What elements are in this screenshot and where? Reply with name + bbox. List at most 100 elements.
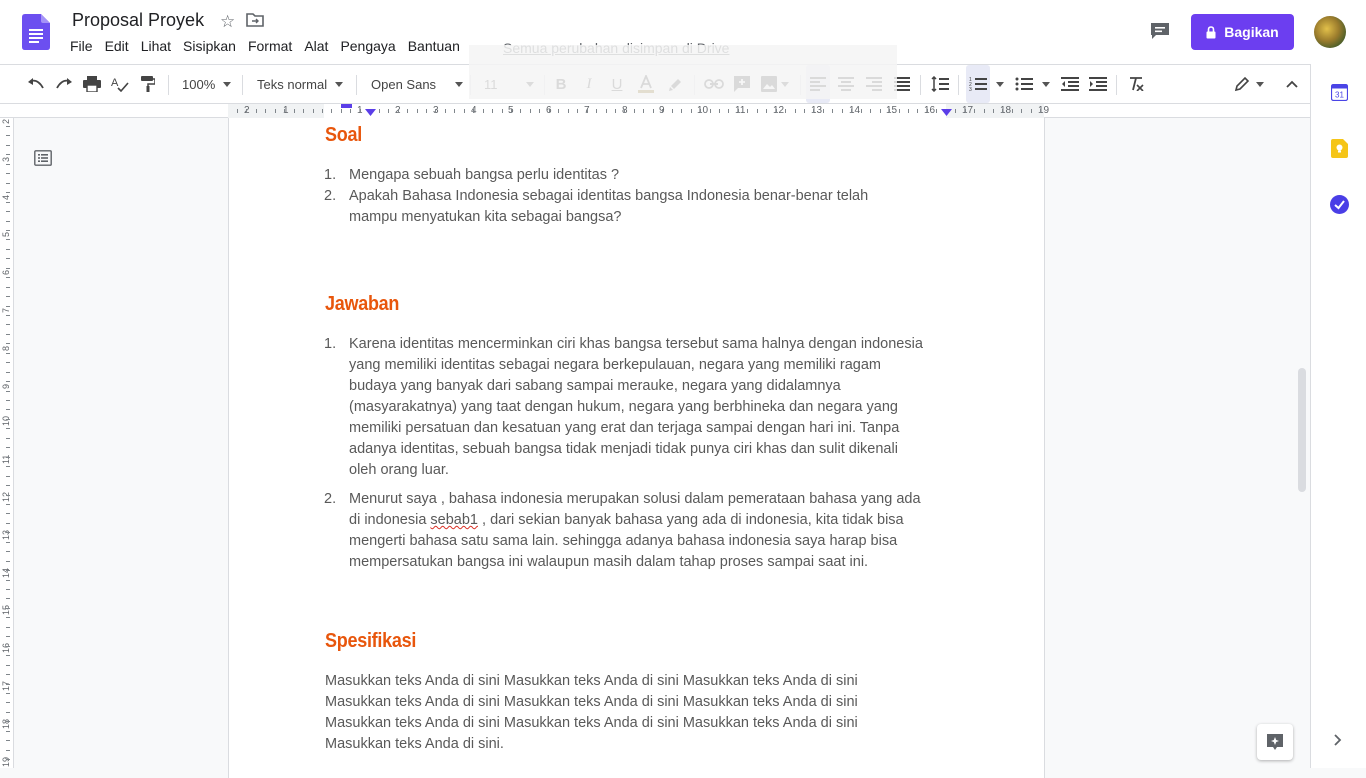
menu-insert[interactable]: Sisipkan (177, 38, 242, 58)
star-icon[interactable]: ☆ (220, 12, 235, 32)
list-number: 2. (324, 491, 337, 507)
menu-format[interactable]: Format (242, 38, 298, 58)
ruler-number: 5 (1, 231, 11, 237)
list-number: 1. (324, 336, 337, 352)
style-value: Teks normal (257, 76, 328, 92)
ruler-tick (1040, 109, 1041, 113)
ruler-tick (653, 109, 654, 113)
increase-indent-icon[interactable] (1086, 65, 1110, 103)
menu-file[interactable]: File (64, 38, 99, 58)
ruler-tick (6, 211, 10, 212)
heading-jawaban: Jawaban (325, 293, 400, 315)
paint-format-icon[interactable] (136, 65, 160, 103)
keep-icon[interactable] (1331, 139, 1348, 158)
font-select[interactable]: Open Sans (364, 65, 464, 103)
ruler-tick (6, 466, 10, 467)
menu-addons[interactable]: Pengaya (334, 38, 401, 58)
print-icon[interactable] (80, 65, 104, 103)
comment-history-icon[interactable] (1150, 22, 1170, 40)
ruler-tick (6, 306, 10, 307)
explore-button[interactable] (1257, 724, 1293, 760)
tasks-icon[interactable] (1330, 195, 1349, 214)
left-indent-marker[interactable] (365, 109, 377, 117)
clear-formatting-icon[interactable] (1124, 65, 1148, 103)
font-value: Open Sans (371, 76, 437, 92)
ruler-tick (899, 109, 900, 113)
ruler-tick (284, 109, 285, 113)
move-to-folder-icon[interactable] (246, 13, 264, 27)
undo-icon[interactable] (24, 65, 48, 103)
scrollbar-thumb[interactable] (1298, 368, 1306, 492)
chevron-down-icon (223, 81, 232, 87)
list-item-text: Apakah Bahasa Indonesia sebagai identita… (349, 188, 869, 225)
ruler-tick (587, 109, 588, 113)
ruler-tick (6, 164, 10, 165)
ruler-tick (6, 627, 10, 628)
ruler-number: 8 (1, 345, 11, 351)
numbered-list-options-icon[interactable] (992, 65, 1008, 103)
style-select[interactable]: Teks normal (250, 65, 350, 103)
redo-icon[interactable] (52, 65, 76, 103)
ruler-tick (6, 381, 10, 382)
ruler-tick (483, 109, 484, 113)
side-panel: 31 (1310, 64, 1366, 768)
account-avatar[interactable] (1314, 16, 1346, 48)
zoom-select[interactable]: 100% (176, 65, 236, 103)
menu-help[interactable]: Bantuan (402, 38, 466, 58)
list-item-text: Mengapa sebuah bangsa perlu identitas ? (349, 167, 620, 183)
right-indent-marker[interactable] (941, 109, 953, 117)
menu-edit[interactable]: Edit (99, 38, 135, 58)
calendar-icon[interactable]: 31 (1331, 84, 1348, 101)
ruler-tick (6, 154, 10, 155)
bulleted-list-icon[interactable] (1012, 65, 1036, 103)
ruler-number: 3 (1, 156, 11, 162)
ruler-tick (549, 109, 550, 113)
ruler-tick (6, 428, 10, 429)
ruler-tick (851, 109, 852, 113)
ruler-tick (6, 362, 10, 363)
editing-mode-icon[interactable] (1230, 65, 1268, 103)
ruler-tick (6, 532, 10, 533)
ruler-tick (6, 684, 10, 685)
ruler-tick (426, 109, 427, 113)
ruler-tick (738, 109, 739, 113)
ruler-tick (6, 740, 10, 741)
document-outline-icon[interactable] (34, 150, 52, 166)
menu-bar: File Edit Lihat Sisipkan Format Alat Pen… (64, 38, 466, 58)
document-page[interactable]: Soal 1. Mengapa sebuah bangsa perlu iden… (228, 118, 1045, 778)
ruler-tick (6, 589, 10, 590)
ruler-tick (880, 109, 881, 113)
line-spacing-icon[interactable] (928, 65, 952, 103)
heading-soal: Soal (325, 124, 362, 146)
ruler-tick (6, 353, 10, 354)
bulleted-list-options-icon[interactable] (1038, 65, 1054, 103)
menu-tools[interactable]: Alat (298, 38, 334, 58)
menu-view[interactable]: Lihat (135, 38, 177, 58)
ruler-tick (747, 109, 748, 113)
ruler-tick (634, 109, 635, 113)
ruler-tick (6, 674, 10, 675)
ruler-tick (539, 109, 540, 113)
first-line-indent-marker[interactable] (341, 104, 353, 110)
spellcheck-icon[interactable]: A (108, 65, 132, 103)
ruler-tick (6, 400, 10, 401)
share-button[interactable]: Bagikan (1191, 14, 1294, 50)
ruler-number: 10 (697, 105, 709, 116)
docs-logo-icon[interactable] (22, 14, 50, 50)
ruler-tick (1012, 109, 1013, 113)
misspelled-word[interactable]: sebab1 (430, 512, 478, 528)
numbered-list-icon[interactable]: 123 (966, 65, 990, 103)
chevron-up-icon[interactable] (1280, 65, 1304, 103)
chevron-down-icon (455, 81, 463, 87)
ruler-tick (662, 109, 663, 113)
ruler-number: 7 (1, 307, 11, 313)
ruler-tick (1021, 109, 1022, 113)
decrease-indent-icon[interactable] (1058, 65, 1082, 103)
document-title[interactable]: Proposal Proyek (72, 10, 204, 31)
chevron-right-icon[interactable] (1333, 734, 1343, 746)
ruler-tick (908, 109, 909, 113)
ruler-number: 16 (1, 642, 11, 653)
body-paragraph: Masukkan teks Anda di sini Masukkan teks… (325, 673, 858, 752)
ruler-tick (388, 109, 389, 113)
ruler-tick (6, 419, 10, 420)
